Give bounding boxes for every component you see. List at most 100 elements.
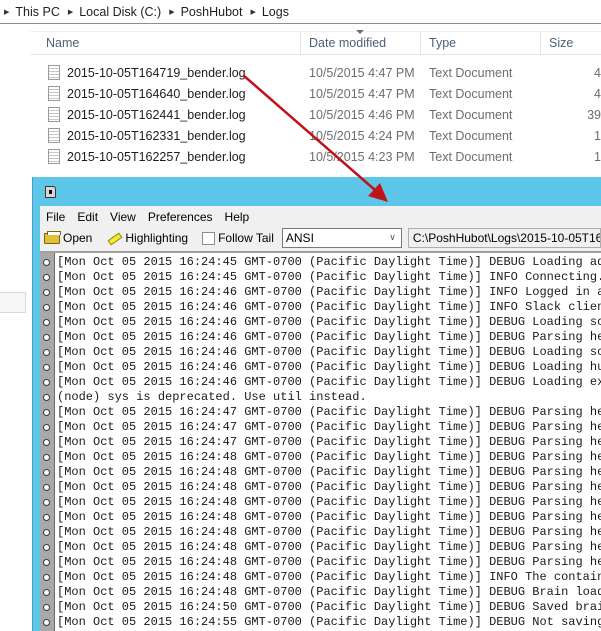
address-bar[interactable]: ▶ This PC ▶ Local Disk (C:) ▶ PoshHubot ▶ Lo…	[0, 0, 601, 24]
log-line-text: [Mon Oct 05 2015 16:24:46 GMT-0700 (Paci…	[57, 300, 601, 314]
breadcrumb-local-disk[interactable]: ▶ Local Disk (C:)	[68, 5, 161, 19]
chevron-right-icon: ▶	[67, 8, 74, 16]
file-name: 2015-10-05T164719_bender.log	[67, 65, 246, 80]
breadcrumb-this-pc[interactable]: ▶ This PC	[4, 5, 60, 19]
line-marker-icon	[43, 349, 50, 356]
checkbox-unchecked[interactable]	[202, 231, 216, 245]
file-date: 10/5/2015 4:46 PM	[309, 107, 415, 122]
line-marker-icon	[43, 439, 50, 446]
column-header-type[interactable]: Type	[421, 32, 541, 54]
line-marker-icon	[43, 259, 50, 266]
breadcrumb-logs[interactable]: ▶ Logs	[250, 5, 289, 19]
log-line[interactable]: [Mon Oct 05 2015 16:24:46 GMT-0700 (Paci…	[43, 360, 601, 375]
menu-file[interactable]: File	[46, 210, 65, 224]
log-line-text: [Mon Oct 05 2015 16:24:48 GMT-0700 (Paci…	[57, 585, 601, 599]
file-name: 2015-10-05T162441_bender.log	[67, 107, 246, 122]
line-marker-icon	[43, 574, 50, 581]
file-row[interactable]: 2015-10-05T164640_bender.log 10/5/2015 4…	[30, 83, 601, 104]
line-marker-icon	[43, 619, 50, 626]
log-line-text: [Mon Oct 05 2015 16:24:46 GMT-0700 (Paci…	[57, 360, 601, 374]
file-row[interactable]: 2015-10-05T162331_bender.log 10/5/2015 4…	[30, 125, 601, 146]
log-line[interactable]: [Mon Oct 05 2015 16:24:47 GMT-0700 (Paci…	[43, 435, 601, 450]
log-line[interactable]: [Mon Oct 05 2015 16:24:48 GMT-0700 (Paci…	[43, 450, 601, 465]
log-line-text: [Mon Oct 05 2015 16:24:46 GMT-0700 (Paci…	[57, 375, 601, 389]
log-line-text: [Mon Oct 05 2015 16:24:48 GMT-0700 (Paci…	[57, 555, 601, 569]
encoding-select[interactable]: ANSI ∨	[281, 228, 402, 248]
file-type: Text Document	[429, 149, 513, 164]
open-button[interactable]: Open	[44, 230, 92, 245]
file-type: Text Document	[429, 107, 513, 122]
file-row[interactable]: 2015-10-05T164719_bender.log 10/5/2015 4…	[30, 62, 601, 83]
text-file-icon	[48, 86, 60, 101]
log-line[interactable]: [Mon Oct 05 2015 16:24:46 GMT-0700 (Paci…	[43, 375, 601, 390]
log-line-text: [Mon Oct 05 2015 16:24:45 GMT-0700 (Paci…	[57, 270, 601, 284]
line-marker-icon	[43, 379, 50, 386]
log-line[interactable]: [Mon Oct 05 2015 16:24:48 GMT-0700 (Paci…	[43, 555, 601, 570]
log-line-text: [Mon Oct 05 2015 16:24:46 GMT-0700 (Paci…	[57, 285, 601, 299]
log-line[interactable]: [Mon Oct 05 2015 16:24:46 GMT-0700 (Paci…	[43, 300, 601, 315]
log-line[interactable]: [Mon Oct 05 2015 16:24:48 GMT-0700 (Paci…	[43, 510, 601, 525]
log-line[interactable]: [Mon Oct 05 2015 16:24:48 GMT-0700 (Paci…	[43, 465, 601, 480]
log-line-text: [Mon Oct 05 2015 16:24:48 GMT-0700 (Paci…	[57, 510, 601, 524]
menu-view[interactable]: View	[110, 210, 136, 224]
log-line-text: [Mon Oct 05 2015 16:24:46 GMT-0700 (Paci…	[57, 315, 601, 329]
sort-descending-icon	[356, 30, 364, 34]
line-marker-icon	[43, 334, 50, 341]
log-lines: [Mon Oct 05 2015 16:24:45 GMT-0700 (Paci…	[43, 255, 601, 630]
file-name: 2015-10-05T164640_bender.log	[67, 86, 246, 101]
log-line[interactable]: [Mon Oct 05 2015 16:24:48 GMT-0700 (Paci…	[43, 495, 601, 510]
breadcrumb-poshhubot[interactable]: ▶ PoshHubot	[169, 5, 242, 19]
file-row[interactable]: 2015-10-05T162441_bender.log 10/5/2015 4…	[30, 104, 601, 125]
column-header-date-modified[interactable]: Date modified	[301, 30, 421, 54]
line-marker-icon	[43, 469, 50, 476]
chevron-down-icon: ∨	[389, 232, 396, 242]
log-line-text: [Mon Oct 05 2015 16:24:48 GMT-0700 (Paci…	[57, 570, 601, 584]
log-line[interactable]: [Mon Oct 05 2015 16:24:48 GMT-0700 (Paci…	[43, 480, 601, 495]
log-line-text: [Mon Oct 05 2015 16:24:50 GMT-0700 (Paci…	[57, 600, 601, 614]
log-line-text: (node) sys is deprecated. Use util inste…	[57, 390, 367, 404]
line-marker-icon	[43, 364, 50, 371]
file-size: 1	[594, 149, 601, 164]
log-line[interactable]: [Mon Oct 05 2015 16:24:47 GMT-0700 (Paci…	[43, 420, 601, 435]
menu-help[interactable]: Help	[225, 210, 250, 224]
log-line[interactable]: [Mon Oct 05 2015 16:24:48 GMT-0700 (Paci…	[43, 570, 601, 585]
log-line-text: [Mon Oct 05 2015 16:24:46 GMT-0700 (Paci…	[57, 345, 601, 359]
column-header-size[interactable]: Size	[541, 32, 601, 54]
app-icon[interactable]	[45, 186, 56, 198]
highlighter-icon	[106, 232, 122, 244]
file-type: Text Document	[429, 86, 513, 101]
log-line[interactable]: [Mon Oct 05 2015 16:24:46 GMT-0700 (Paci…	[43, 285, 601, 300]
log-line[interactable]: [Mon Oct 05 2015 16:24:45 GMT-0700 (Paci…	[43, 255, 601, 270]
log-line[interactable]: (node) sys is deprecated. Use util inste…	[43, 390, 601, 405]
log-line[interactable]: [Mon Oct 05 2015 16:24:48 GMT-0700 (Paci…	[43, 585, 601, 600]
file-row[interactable]: 2015-10-05T162257_bender.log 10/5/2015 4…	[30, 146, 601, 167]
chevron-right-icon: ▶	[250, 8, 256, 16]
log-line-text: [Mon Oct 05 2015 16:24:47 GMT-0700 (Paci…	[57, 435, 601, 449]
highlighting-button[interactable]: Highlighting	[106, 231, 188, 245]
line-marker-icon	[43, 589, 50, 596]
log-content[interactable]: [Mon Oct 05 2015 16:24:45 GMT-0700 (Paci…	[40, 251, 601, 631]
column-header-name[interactable]: Name	[30, 32, 301, 54]
line-marker-icon	[43, 409, 50, 416]
log-line-text: [Mon Oct 05 2015 16:24:48 GMT-0700 (Paci…	[57, 480, 601, 494]
menu-edit[interactable]: Edit	[77, 210, 98, 224]
title-bar[interactable]	[33, 177, 601, 206]
file-path-field[interactable]: C:\PoshHubot\Logs\2015-10-05T162441_b	[407, 228, 601, 248]
log-line[interactable]: [Mon Oct 05 2015 16:24:45 GMT-0700 (Paci…	[43, 270, 601, 285]
log-line[interactable]: [Mon Oct 05 2015 16:24:46 GMT-0700 (Paci…	[43, 315, 601, 330]
log-line[interactable]: [Mon Oct 05 2015 16:24:55 GMT-0700 (Paci…	[43, 615, 601, 630]
file-date: 10/5/2015 4:47 PM	[309, 86, 415, 101]
log-line[interactable]: [Mon Oct 05 2015 16:24:47 GMT-0700 (Paci…	[43, 405, 601, 420]
log-line-text: [Mon Oct 05 2015 16:24:47 GMT-0700 (Paci…	[57, 420, 601, 434]
log-line[interactable]: [Mon Oct 05 2015 16:24:46 GMT-0700 (Paci…	[43, 330, 601, 345]
follow-tail-checkbox[interactable]: Follow Tail	[202, 231, 274, 245]
navigation-pane-item[interactable]	[0, 292, 26, 313]
log-line-text: [Mon Oct 05 2015 16:24:48 GMT-0700 (Paci…	[57, 465, 601, 479]
log-line[interactable]: [Mon Oct 05 2015 16:24:48 GMT-0700 (Paci…	[43, 525, 601, 540]
log-line[interactable]: [Mon Oct 05 2015 16:24:50 GMT-0700 (Paci…	[43, 600, 601, 615]
log-line-text: [Mon Oct 05 2015 16:24:55 GMT-0700 (Paci…	[57, 615, 601, 629]
menu-preferences[interactable]: Preferences	[148, 210, 213, 224]
line-marker-icon	[43, 529, 50, 536]
log-line[interactable]: [Mon Oct 05 2015 16:24:48 GMT-0700 (Paci…	[43, 540, 601, 555]
log-line[interactable]: [Mon Oct 05 2015 16:24:46 GMT-0700 (Paci…	[43, 345, 601, 360]
